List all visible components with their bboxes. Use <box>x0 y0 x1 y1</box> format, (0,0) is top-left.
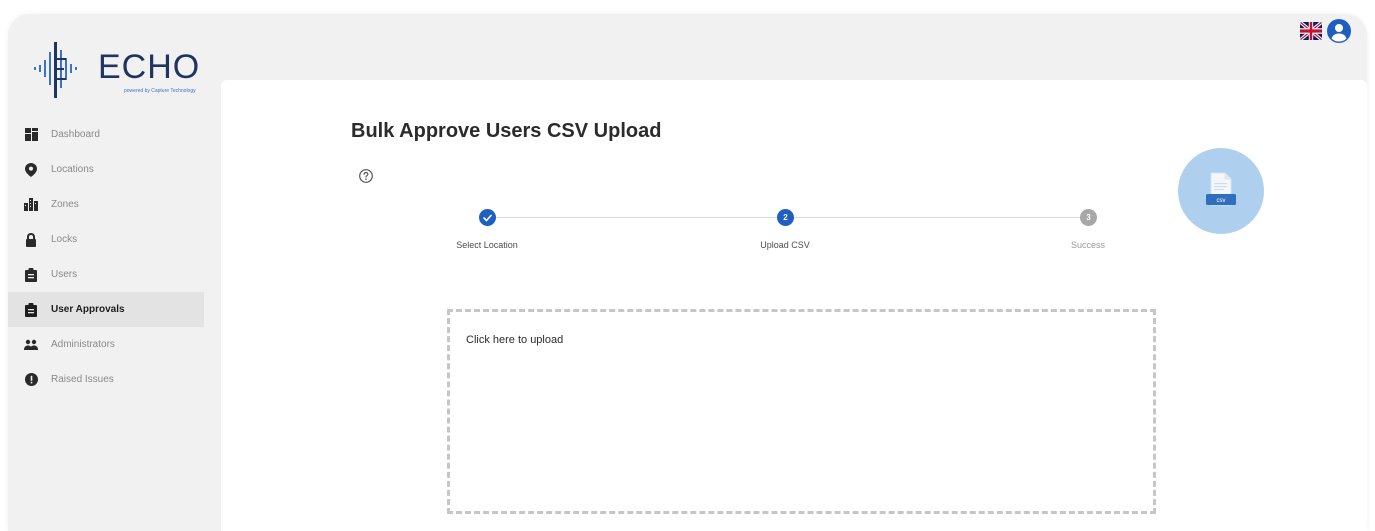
location-pin-icon <box>24 162 38 177</box>
clipboard-check-icon <box>24 302 38 317</box>
csv-file-icon: csv <box>1206 172 1236 206</box>
sidebar-nav: Dashboard Locations Zones Locks Users Us… <box>8 117 204 397</box>
echo-logo-mark-icon <box>34 42 77 98</box>
page-title: Bulk Approve Users CSV Upload <box>351 120 662 142</box>
sidebar-item-label: Administrators <box>51 339 115 350</box>
sidebar-item-locks[interactable]: Locks <box>8 222 204 257</box>
main-content: Bulk Approve Users CSV Upload 2 3 Select… <box>221 80 1367 531</box>
sidebar-item-label: Raised Issues <box>51 374 114 385</box>
step-connector <box>793 217 1085 218</box>
sidebar-item-label: User Approvals <box>51 304 125 315</box>
step-1-label: Select Location <box>456 240 518 250</box>
help-circle-icon[interactable] <box>358 168 374 184</box>
brand-subtitle: powered by Capture Technology <box>124 88 196 94</box>
sidebar: ECHO powered by Capture Technology Dashb… <box>8 14 211 531</box>
upload-stepper: 2 3 Select Location Upload CSV Success <box>451 208 1131 258</box>
sidebar-item-label: Dashboard <box>51 129 100 140</box>
alert-circle-icon <box>24 373 38 387</box>
sidebar-item-dashboard[interactable]: Dashboard <box>8 117 204 152</box>
top-bar <box>211 14 1367 80</box>
sidebar-item-label: Zones <box>51 199 79 210</box>
sidebar-item-administrators[interactable]: Administrators <box>8 327 204 362</box>
app-window: ECHO powered by Capture Technology Dashb… <box>8 14 1367 531</box>
people-icon <box>24 338 38 352</box>
echo-logo[interactable]: ECHO powered by Capture Technology <box>32 34 202 104</box>
step-3-label: Success <box>1070 240 1106 250</box>
csv-badge-label: csv <box>1217 198 1226 204</box>
sidebar-item-label: Locations <box>51 164 94 175</box>
upload-prompt: Click here to upload <box>466 334 564 346</box>
step-connector <box>495 217 782 218</box>
sidebar-item-user-approvals[interactable]: User Approvals <box>8 292 204 327</box>
step-1-complete-icon <box>479 209 496 226</box>
step-3-number: 3 <box>1080 209 1097 226</box>
brand-name: ECHO <box>98 48 201 86</box>
sidebar-item-zones[interactable]: Zones <box>8 187 204 222</box>
sidebar-item-label: Locks <box>51 234 78 245</box>
uk-flag-icon[interactable] <box>1300 22 1322 40</box>
sidebar-item-raised-issues[interactable]: Raised Issues <box>8 362 204 397</box>
sidebar-item-label: Users <box>51 269 78 280</box>
buildings-icon <box>24 198 38 212</box>
lock-icon <box>24 232 38 247</box>
clipboard-icon <box>24 267 38 282</box>
sidebar-item-users[interactable]: Users <box>8 257 204 292</box>
csv-upload-dropzone[interactable]: Click here to upload <box>447 309 1156 514</box>
step-2-label: Upload CSV <box>760 240 810 250</box>
step-2-number: 2 <box>777 209 794 226</box>
sidebar-item-locations[interactable]: Locations <box>8 152 204 187</box>
csv-file-badge: csv <box>1178 148 1264 234</box>
dashboard-icon <box>24 128 38 142</box>
user-avatar-icon[interactable] <box>1327 19 1351 43</box>
